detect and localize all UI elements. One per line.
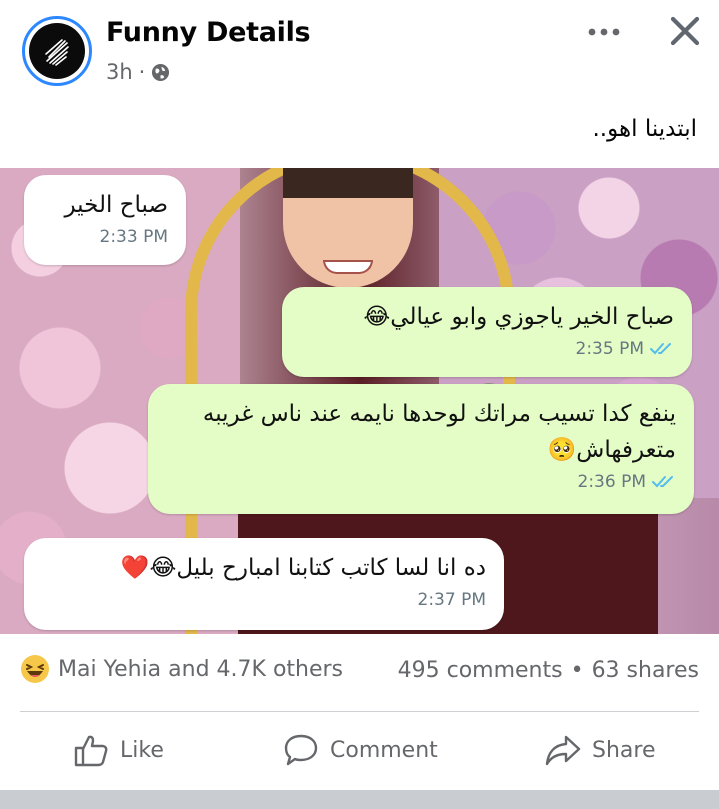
like-label: Like — [120, 737, 164, 763]
like-button[interactable]: Like — [72, 730, 164, 770]
globe-icon — [152, 63, 170, 81]
thumbs-up-icon — [74, 735, 108, 767]
comments-count[interactable]: 495 comments — [398, 658, 563, 683]
comment-icon — [284, 734, 318, 766]
avatar-logo — [29, 23, 85, 79]
share-button[interactable]: Share — [544, 730, 656, 770]
message-timestamp: 2:33 PM — [99, 227, 169, 247]
stats-dot: • — [570, 658, 584, 683]
haha-reaction-icon — [21, 655, 49, 683]
share-icon — [545, 735, 581, 766]
share-label: Share — [592, 737, 656, 763]
message-text: صباح الخير — [64, 192, 168, 218]
double-check-icon — [650, 343, 671, 355]
post-header: Funny Details 3h · — [0, 0, 719, 100]
feed-separator — [0, 790, 719, 809]
engagement-stats: 495 comments • 63 shares — [398, 658, 699, 683]
chat-bubble-outgoing: ينفع كدا تسيب مراتك لوحدها نايمه عند ناس… — [148, 384, 694, 514]
message-time: 2:35 PM — [300, 339, 674, 359]
message-text: ينفع كدا تسيب مراتك لوحدها نايمه عند ناس… — [202, 401, 676, 463]
comment-label: Comment — [330, 737, 438, 763]
post-meta: 3h · — [106, 60, 170, 84]
page-avatar[interactable] — [22, 16, 92, 86]
chat-bubble-incoming: صباح الخير 2:33 PM — [24, 175, 186, 265]
divider — [20, 711, 699, 712]
chat-bubble-outgoing: صباح الخير ياجوزي وابو عيالي😂 2:35 PM — [282, 287, 692, 377]
message-timestamp: 2:36 PM — [577, 472, 647, 492]
double-check-icon — [652, 476, 673, 488]
person-hair — [283, 168, 413, 198]
message-timestamp: 2:35 PM — [575, 339, 645, 359]
comment-button[interactable]: Comment — [282, 730, 438, 770]
message-time: 2:36 PM — [166, 472, 676, 492]
reactions-summary[interactable]: Mai Yehia and 4.7K others — [20, 654, 343, 684]
message-text: صباح الخير ياجوزي وابو عيالي😂 — [363, 304, 674, 330]
shares-count[interactable]: 63 shares — [592, 658, 699, 683]
page-name[interactable]: Funny Details — [106, 17, 311, 48]
message-time: 2:37 PM — [42, 590, 487, 610]
reactions-text[interactable]: Mai Yehia and 4.7K others — [58, 657, 343, 682]
close-icon[interactable] — [668, 14, 702, 48]
post-caption: ابتدينا اهو.. — [592, 116, 698, 142]
post-time[interactable]: 3h — [106, 60, 133, 84]
chat-bubble-incoming: ده انا لسا كاتب كتابنا امبارح بليل😂❤️ 2:… — [24, 538, 504, 630]
more-icon[interactable] — [586, 22, 622, 42]
message-timestamp: 2:37 PM — [417, 590, 487, 610]
meta-separator: · — [138, 60, 146, 84]
person-smile — [323, 260, 373, 274]
message-text: ده انا لسا كاتب كتابنا امبارح بليل😂❤️ — [120, 555, 486, 581]
message-time: 2:33 PM — [42, 227, 169, 247]
